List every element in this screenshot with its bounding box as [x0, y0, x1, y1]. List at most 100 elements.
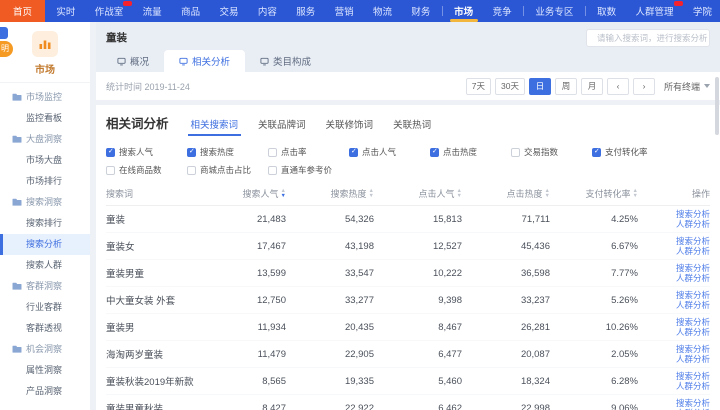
checkbox-icon: [430, 148, 439, 157]
top-nav-item[interactable]: [585, 0, 586, 22]
sidebar-item[interactable]: 搜索分析: [0, 234, 90, 255]
date-range-button-label: 7天: [472, 81, 485, 91]
sidebar-item[interactable]: 客群透视: [0, 318, 90, 339]
search-popularity-cell: 8,427: [198, 403, 286, 410]
date-range-button[interactable]: 月: [581, 78, 603, 95]
sidebar-item[interactable]: 客群洞察: [0, 276, 90, 297]
crowd-analysis-link[interactable]: 人群分析: [650, 273, 710, 284]
table-column-header[interactable]: 搜索词 ▲▼: [106, 187, 198, 200]
date-range-button[interactable]: 周: [555, 78, 577, 95]
search-analysis-link[interactable]: 搜索分析: [650, 344, 710, 355]
search-analysis-link[interactable]: 搜索分析: [650, 209, 710, 220]
top-nav-item[interactable]: 财务: [403, 0, 438, 22]
keyword-cell: 童装: [106, 212, 198, 226]
top-nav-item[interactable]: 作战室: [87, 0, 132, 22]
panel-subtab[interactable]: 关联热词: [393, 117, 431, 136]
folder-icon: [12, 340, 22, 361]
sidebar-item[interactable]: 市场大盘: [0, 150, 90, 171]
sidebar-item[interactable]: 监控看板: [0, 108, 90, 129]
table-column-header[interactable]: 支付转化率 ▲▼: [550, 187, 638, 200]
top-nav-item[interactable]: 商品: [173, 0, 208, 22]
search-analysis-link[interactable]: 搜索分析: [650, 398, 710, 409]
page-tab[interactable]: 相关分析: [164, 50, 245, 72]
tab-icon: [260, 57, 269, 66]
sort-icon[interactable]: ▲▼: [633, 189, 638, 199]
crowd-analysis-link[interactable]: 人群分析: [650, 246, 710, 257]
search-analysis-link[interactable]: 搜索分析: [650, 236, 710, 247]
crowd-analysis-link[interactable]: 人群分析: [650, 327, 710, 338]
metric-checkbox[interactable]: 搜索热度: [187, 146, 268, 158]
metric-checkbox[interactable]: 直通车参考价: [268, 164, 349, 176]
date-range-button[interactable]: 日: [529, 78, 551, 95]
top-nav-item[interactable]: 服务: [288, 0, 323, 22]
top-nav-item[interactable]: 实时: [48, 0, 83, 22]
top-nav-item[interactable]: 取数: [589, 0, 624, 22]
table-column-header[interactable]: 点击人气 ▲▼: [374, 187, 462, 200]
sidebar-item[interactable]: 大盘洞察: [0, 129, 90, 150]
metric-checkbox[interactable]: 支付转化率: [592, 146, 673, 158]
metric-checkbox[interactable]: 搜索人气: [106, 146, 187, 158]
sidebar-item[interactable]: 搜索排行: [0, 213, 90, 234]
date-range-button[interactable]: 30天: [495, 78, 525, 95]
panel-subtab[interactable]: 关联品牌词: [258, 117, 306, 136]
table-column-header[interactable]: 点击热度 ▲▼: [462, 187, 550, 200]
sidebar-item[interactable]: 行业客群: [0, 297, 90, 318]
metric-checkbox[interactable]: 商城点击占比: [187, 164, 268, 176]
floating-widget-icon[interactable]: [0, 27, 8, 39]
metric-checkbox[interactable]: 点击热度: [430, 146, 511, 158]
search-analysis-link[interactable]: 搜索分析: [650, 263, 710, 274]
crowd-analysis-link[interactable]: 人群分析: [650, 381, 710, 392]
top-nav-item[interactable]: 学院: [685, 0, 720, 22]
date-range-button[interactable]: 7天: [466, 78, 491, 95]
table-column-header[interactable]: 操作 ▲▼: [650, 187, 710, 200]
crowd-analysis-link[interactable]: 人群分析: [650, 354, 710, 365]
top-nav-item[interactable]: 业务专区: [527, 0, 581, 22]
top-nav-item[interactable]: 竞争: [485, 0, 520, 22]
top-nav-item[interactable]: 市场: [446, 0, 481, 22]
search-input[interactable]: 请输入搜索词，进行搜索分析: [586, 29, 710, 47]
page-tab[interactable]: 概况: [102, 50, 164, 72]
sidebar-item[interactable]: 属性洞察: [0, 360, 90, 381]
metric-checkbox[interactable]: 点击率: [268, 146, 349, 158]
crowd-analysis-link[interactable]: 人群分析: [650, 300, 710, 311]
panel-subtab[interactable]: 相关搜索词: [191, 117, 239, 136]
sidebar-item[interactable]: 机会洞察: [0, 339, 90, 360]
sidebar-item[interactable]: 搜索洞察: [0, 192, 90, 213]
date-range-button[interactable]: ‹: [607, 78, 629, 95]
sidebar-item[interactable]: 搜索人群: [0, 255, 90, 276]
panel-subtab[interactable]: 关联修饰词: [326, 117, 374, 136]
date-range-button[interactable]: ›: [633, 78, 655, 95]
scrollbar-thumb[interactable]: [715, 77, 719, 135]
top-nav-item[interactable]: 流量: [135, 0, 170, 22]
search-analysis-link[interactable]: 搜索分析: [650, 290, 710, 301]
top-nav-item-label: 交易: [219, 4, 238, 18]
search-analysis-link[interactable]: 搜索分析: [650, 317, 710, 328]
metric-checkbox[interactable]: 在线商品数: [106, 164, 187, 176]
sidebar-item[interactable]: 市场监控: [0, 87, 90, 108]
metric-checkbox[interactable]: 点击人气: [349, 146, 430, 158]
click-popularity-cell: 15,813: [374, 214, 462, 225]
table-row: 童装男 11,934 20,435 8,467 26,281 10.26% 搜索…: [106, 314, 710, 341]
top-nav-item[interactable]: 交易: [211, 0, 246, 22]
top-nav-item[interactable]: 内容: [250, 0, 285, 22]
top-nav-item[interactable]: 营销: [327, 0, 362, 22]
page-tab[interactable]: 类目构成: [245, 50, 326, 72]
metric-label: 直通车参考价: [281, 164, 332, 176]
top-nav-item[interactable]: 物流: [365, 0, 400, 22]
click-heat-cell: 26,281: [462, 322, 550, 333]
top-nav-item[interactable]: 人群管理: [627, 0, 681, 22]
table-column-header[interactable]: 搜索热度 ▲▼: [286, 187, 374, 200]
metric-checkbox[interactable]: 交易指数: [511, 146, 592, 158]
terminal-selector[interactable]: 所有终端: [664, 80, 710, 93]
top-nav-item[interactable]: 首页: [0, 0, 45, 22]
sidebar-item[interactable]: 产品洞察: [0, 381, 90, 402]
top-nav-item[interactable]: [442, 0, 443, 22]
metric-label: 交易指数: [524, 146, 558, 158]
crowd-analysis-link[interactable]: 人群分析: [650, 219, 710, 230]
top-nav-item[interactable]: [523, 0, 524, 22]
sidebar-item-label: 属性洞察: [26, 365, 62, 375]
checkbox-icon: [592, 148, 601, 157]
search-analysis-link[interactable]: 搜索分析: [650, 371, 710, 382]
table-column-header[interactable]: 搜索人气 ▲▼: [198, 187, 286, 200]
sidebar-item[interactable]: 市场排行: [0, 171, 90, 192]
